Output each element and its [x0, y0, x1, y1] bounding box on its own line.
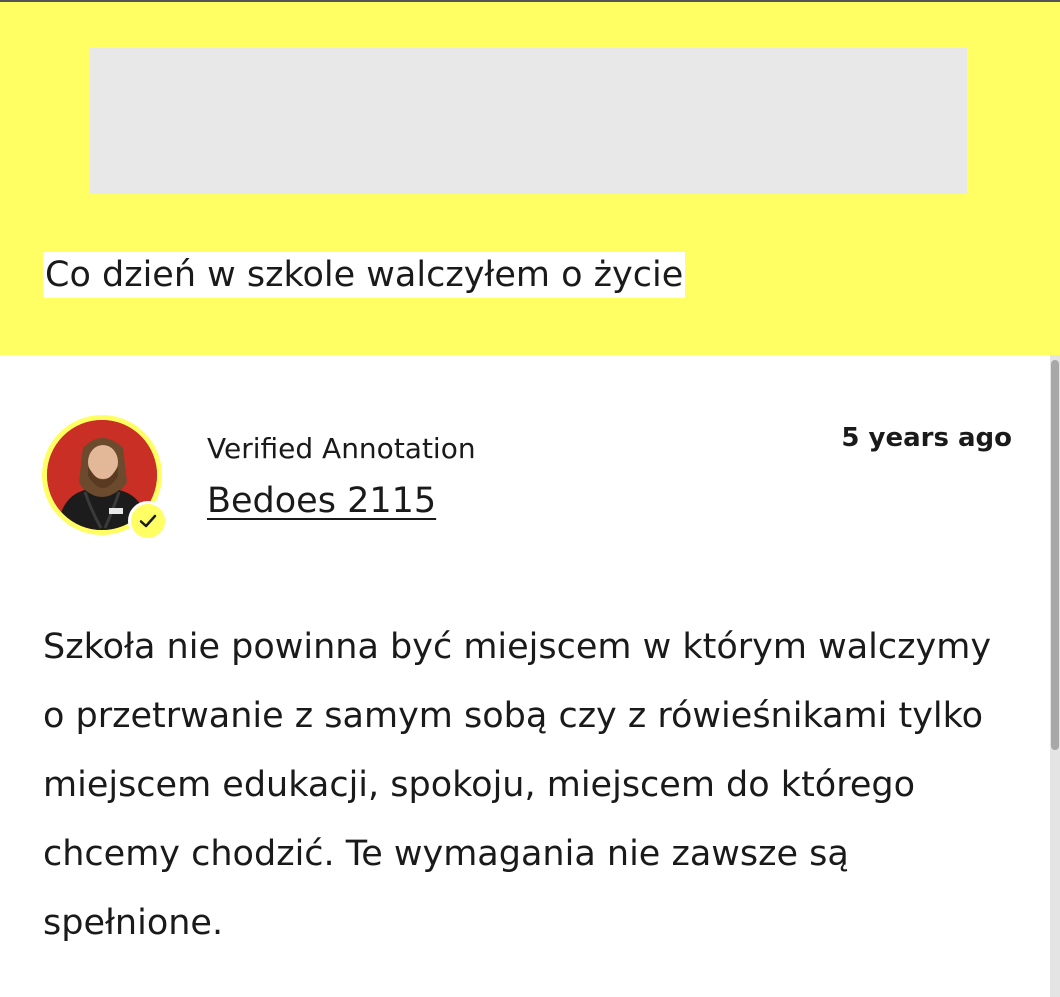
annotation-author-row: Verified Annotation Bedoes 2115 5 years … [42, 415, 1022, 555]
author-meta: Verified Annotation Bedoes 2115 [207, 429, 476, 523]
scrollbar-thumb[interactable] [1051, 360, 1059, 750]
annotation-timestamp[interactable]: 5 years ago [841, 423, 1012, 453]
lyric-quote: Co dzień w szkole walczyłem o życie [43, 252, 686, 298]
page: Co dzień w szkole walczyłem o życie Veri… [0, 0, 1060, 997]
avatar-wrap[interactable] [42, 415, 172, 545]
check-icon [139, 514, 157, 528]
annotation-body: Szkoła nie powinna być miejscem w którym… [43, 627, 992, 943]
ad-placeholder [90, 48, 967, 194]
author-name-link[interactable]: Bedoes 2115 [207, 479, 436, 523]
verified-badge [128, 501, 168, 541]
lyric-header: Co dzień w szkole walczyłem o życie [0, 2, 1060, 355]
verified-annotation-label: Verified Annotation [207, 432, 476, 465]
